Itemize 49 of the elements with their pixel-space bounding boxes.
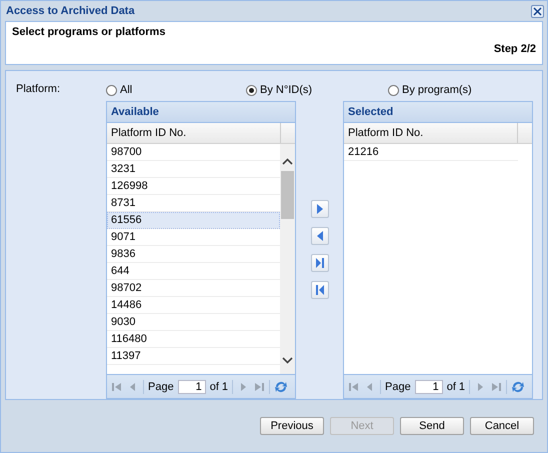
grid-row[interactable]: 9030 (107, 314, 280, 331)
grid-row[interactable]: 11397 (107, 348, 280, 365)
move-button[interactable] (310, 200, 328, 218)
dialog-button[interactable]: Cancel (470, 417, 534, 435)
radio-icon[interactable] (246, 84, 257, 96)
grid-row[interactable]: 9071 (107, 229, 280, 246)
grid-row[interactable]: 116480 (107, 331, 280, 348)
dialog-button[interactable]: Send (400, 417, 464, 435)
grid-row[interactable]: 3231 (107, 161, 280, 178)
grid-row[interactable]: 61556 (107, 212, 280, 229)
page-count: of 1 (446, 380, 466, 392)
grid-row[interactable]: 9836 (107, 246, 280, 263)
window-title: Access to Archived Data (6, 5, 135, 17)
radio-option[interactable]: By program(s) (388, 84, 472, 96)
grid-row[interactable]: 21216 (344, 144, 518, 161)
radio-option[interactable]: By N°ID(s) (246, 84, 388, 96)
last-page-icon[interactable] (490, 380, 502, 392)
grid-row[interactable]: 98702 (107, 280, 280, 297)
page-label: Page (148, 380, 174, 392)
grid-row[interactable]: 644 (107, 263, 280, 280)
dialog-button[interactable]: Previous (260, 417, 324, 435)
page-input[interactable]: 1 (414, 380, 443, 394)
page-count: of 1 (210, 380, 228, 392)
panel-title: Available (107, 102, 295, 123)
grid-row[interactable]: 98700 (107, 144, 280, 161)
scroll-thumb[interactable] (281, 171, 294, 219)
close-icon[interactable] (531, 4, 544, 18)
first-page-icon[interactable] (111, 380, 123, 392)
refresh-icon[interactable] (274, 380, 288, 394)
radio-icon[interactable] (106, 84, 117, 96)
scroll-down-icon[interactable] (282, 357, 293, 364)
page-input[interactable]: 1 (178, 380, 206, 394)
last-page-icon[interactable] (253, 380, 266, 392)
section-heading: Select programs or platforms (12, 26, 166, 38)
step-indicator: Step 2/2 (494, 43, 536, 55)
move-button[interactable] (310, 281, 328, 299)
page-label: Page (385, 380, 411, 392)
scroll-up-icon[interactable] (282, 158, 293, 165)
radio-option[interactable]: All (106, 84, 246, 96)
grid-row[interactable]: 126998 (107, 178, 280, 195)
field-label: Platform: (16, 83, 60, 95)
scrollbar[interactable] (280, 144, 295, 374)
refresh-icon[interactable] (511, 380, 526, 394)
move-button[interactable] (310, 254, 328, 272)
first-page-icon[interactable] (348, 380, 360, 392)
radio-icon[interactable] (388, 84, 399, 96)
grid-row[interactable]: 14486 (107, 297, 280, 314)
panel-title: Selected (344, 102, 532, 123)
move-button[interactable] (310, 227, 328, 245)
